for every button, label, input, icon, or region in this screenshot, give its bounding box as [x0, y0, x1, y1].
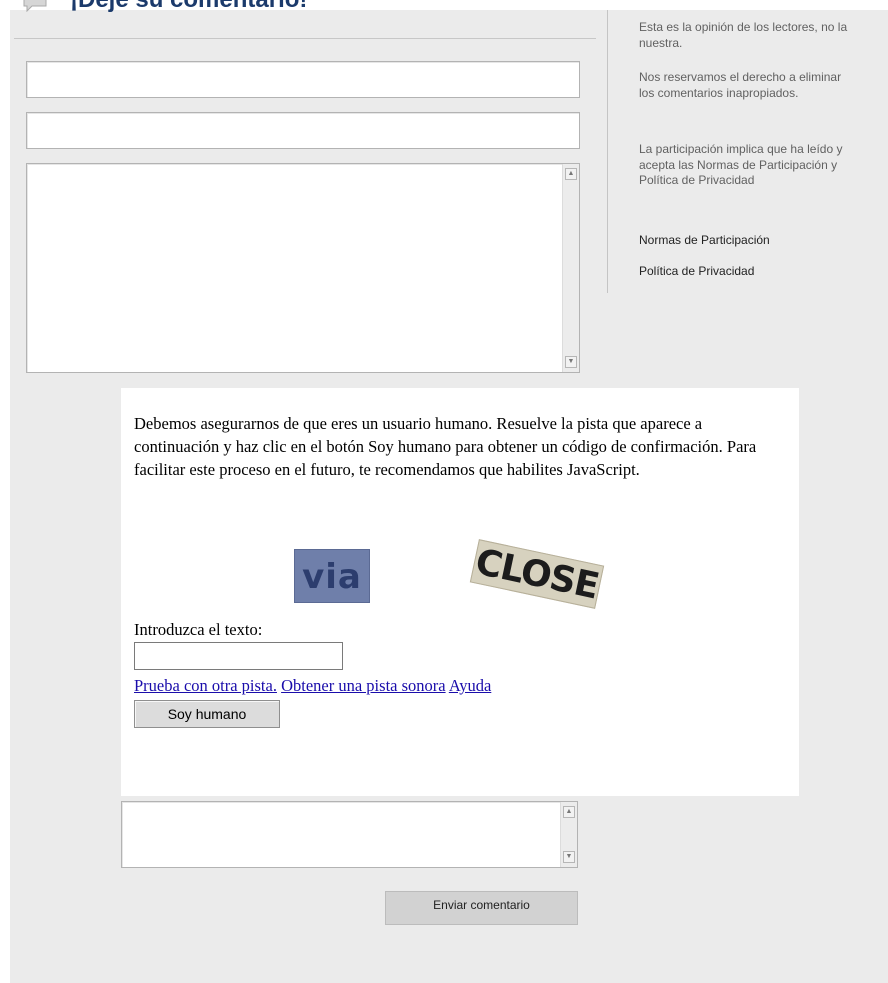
sidebar-divider: [607, 10, 608, 293]
link-audio-challenge[interactable]: Obtener una pista sonora: [281, 676, 446, 695]
captcha-panel: Debemos asegurarnos de que eres un usuar…: [121, 388, 799, 796]
soy-humano-button[interactable]: Soy humano: [134, 700, 280, 728]
captcha-image-word1: via: [294, 549, 370, 603]
confirmation-scrollbar[interactable]: ▲ ▼: [560, 802, 577, 867]
page-title: ¡Deje su comentario!: [70, 0, 307, 14]
name-field[interactable]: [26, 61, 580, 98]
submit-comment-button[interactable]: Enviar comentario: [385, 891, 578, 925]
comment-textarea[interactable]: ▲ ▼: [26, 163, 580, 373]
captcha-word2: CLOSE: [471, 541, 602, 608]
captcha-input[interactable]: [135, 643, 342, 669]
captcha-links: Prueba con otra pista. Obtener una pista…: [134, 676, 491, 696]
scroll-down-icon[interactable]: ▼: [565, 356, 577, 368]
confirmation-textarea[interactable]: ▲ ▼: [121, 801, 578, 868]
email-input[interactable]: [27, 113, 579, 148]
captcha-image-word2: CLOSE: [469, 539, 605, 609]
captcha-text-field[interactable]: [134, 642, 343, 670]
scroll-down-icon[interactable]: ▼: [563, 851, 575, 863]
comment-scrollbar[interactable]: ▲ ▼: [562, 164, 579, 372]
sidebar-text-participation: La participación implica que ha leído y …: [639, 142, 843, 187]
sidebar-text-reserve: Nos reservamos el derecho a eliminar los…: [639, 70, 842, 100]
name-input[interactable]: [27, 62, 579, 97]
sidebar-text-opinion: Esta es la opinión de los lectores, no l…: [639, 20, 848, 50]
link-normas-participacion[interactable]: Normas de Participación: [639, 233, 770, 247]
captcha-word1: via: [302, 557, 362, 597]
captcha-input-label: Introduzca el texto:: [134, 620, 263, 639]
link-help[interactable]: Ayuda: [449, 676, 491, 695]
link-new-challenge[interactable]: Prueba con otra pista.: [134, 676, 277, 695]
email-field[interactable]: [26, 112, 580, 149]
captcha-instructions: Debemos asegurarnos de que eres un usuar…: [134, 414, 757, 479]
comment-bubble-icon: [22, 0, 50, 13]
link-politica-privacidad[interactable]: Política de Privacidad: [639, 264, 754, 278]
header-divider: [14, 38, 596, 39]
scroll-up-icon[interactable]: ▲: [565, 168, 577, 180]
scroll-up-icon[interactable]: ▲: [563, 806, 575, 818]
